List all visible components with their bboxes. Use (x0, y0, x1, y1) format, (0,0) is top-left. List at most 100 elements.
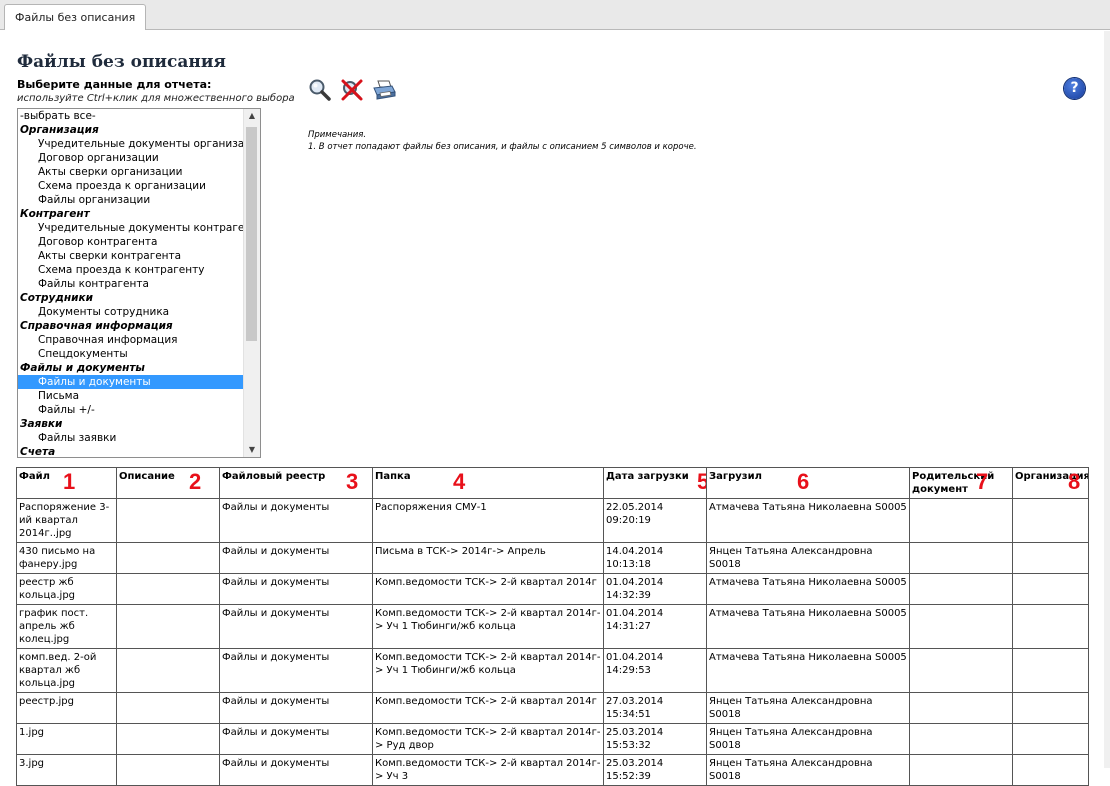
listbox-option[interactable]: Договор организации (18, 151, 244, 165)
listbox-group[interactable]: Организация (18, 123, 244, 137)
table-cell: Комп.ведомости ТСК-> 2-й квартал 2014г->… (372, 723, 604, 755)
select-label: Выберите данные для отчета: (17, 78, 212, 91)
table-row[interactable]: Распоряжение 3-ий квартал 2014г..jpg Файл… (16, 498, 1089, 543)
table-cell: 27.03.2014 15:34:51 (603, 692, 707, 724)
column-header[interactable]: Описание 2 (116, 467, 220, 499)
table-row[interactable]: 1.jpg Файлы и документы Комп.ведомости ТСК… (16, 723, 1089, 755)
search-button[interactable] (308, 78, 332, 102)
search-icon (309, 79, 331, 101)
listbox-option[interactable]: Акты сверки контрагента (18, 249, 244, 263)
table-cell (909, 648, 1013, 693)
table-cell: Файлы и документы (219, 573, 373, 605)
print-icon (373, 80, 396, 100)
listbox-group[interactable]: Файлы и документы (18, 361, 244, 375)
table-cell: Комп.ведомости ТСК-> 2-й квартал 2014г->… (372, 604, 604, 649)
listbox-group[interactable]: Сотрудники (18, 291, 244, 305)
table-row[interactable]: 3.jpg Файлы и документы Комп.ведомости ТСК… (16, 754, 1089, 786)
column-header[interactable]: Папка 4 (372, 467, 604, 499)
listbox-group[interactable]: Заявки (18, 417, 244, 431)
table-cell: Файлы и документы (219, 723, 373, 755)
table-cell: Распоряжение 3-ий квартал 2014г..jpg (16, 498, 117, 543)
listbox-group[interactable]: Счета (18, 445, 244, 457)
column-number-marker: 6 (797, 469, 810, 494)
table-cell (909, 692, 1013, 724)
table-cell: Янцен Татьяна Александровна S0018 (706, 754, 910, 786)
column-number-marker: 7 (976, 469, 989, 494)
column-header[interactable]: Дата загрузки 5 (603, 467, 707, 499)
listbox-scrollbar[interactable]: ▲ ▼ (243, 109, 260, 457)
table-cell: Янцен Татьяна Александровна S0018 (706, 542, 910, 574)
listbox-option[interactable]: Спецдокументы (18, 347, 244, 361)
listbox-option[interactable]: Схема проезда к организации (18, 179, 244, 193)
table-cell: Файлы и документы (219, 692, 373, 724)
table-cell (909, 723, 1013, 755)
report-data-listbox[interactable]: -выбрать все- Организация Учредительные до… (17, 108, 261, 458)
column-header-label: Описание (119, 471, 175, 482)
table-cell (116, 604, 220, 649)
table-row[interactable]: реестр.jpg Файлы и документы Комп.ведомост… (16, 692, 1089, 724)
table-cell: Комп.ведомости ТСК-> 2-й квартал 2014г (372, 692, 604, 724)
listbox-option[interactable]: Файлы организации (18, 193, 244, 207)
table-cell (1012, 648, 1089, 693)
listbox-option[interactable]: Учредительные документы организации (18, 137, 244, 151)
column-header[interactable]: Файл 1 (16, 467, 117, 499)
table-cell: Файлы и документы (219, 648, 373, 693)
column-header[interactable]: Организация 8 (1012, 467, 1089, 499)
table-cell: 430 письмо на фанеру.jpg (16, 542, 117, 574)
table-cell (1012, 604, 1089, 649)
listbox-option[interactable]: Договор контрагента (18, 235, 244, 249)
table-cell: Атмачева Татьяна Николаевна S0005 (706, 604, 910, 649)
listbox-option[interactable]: Файлы +/- (18, 403, 244, 417)
notes-title: Примечания. (308, 130, 367, 140)
column-number-marker: 2 (189, 469, 202, 494)
column-header-label: Дата загрузки (606, 471, 689, 482)
table-cell: Комп.ведомости ТСК-> 2-й квартал 2014г->… (372, 648, 604, 693)
table-cell (116, 648, 220, 693)
listbox-option[interactable]: Файлы и документы (18, 375, 244, 389)
help-button[interactable]: ? (1064, 78, 1085, 99)
column-header-label: Файловый реестр (222, 471, 326, 482)
print-button[interactable] (372, 78, 396, 102)
table-row[interactable]: 430 письмо на фанеру.jpg Файлы и документ… (16, 542, 1089, 574)
table-row[interactable]: реестр жб кольца.jpg Файлы и документы Ком… (16, 573, 1089, 605)
listbox-option[interactable]: Учредительные документы контрагента (18, 221, 244, 235)
listbox-option[interactable]: Акты сверки организации (18, 165, 244, 179)
listbox-group[interactable]: Справочная информация (18, 319, 244, 333)
scrollbar-thumb[interactable] (246, 127, 257, 341)
column-header[interactable]: Загрузил 6 (706, 467, 910, 499)
page-title: Файлы без описания (17, 52, 226, 72)
table-body: Распоряжение 3-ий квартал 2014г..jpg Файл… (16, 498, 1089, 786)
column-header[interactable]: Родительский документ 7 (909, 467, 1013, 499)
listbox-group[interactable]: Контрагент (18, 207, 244, 221)
table-cell (909, 573, 1013, 605)
listbox-option[interactable]: Файлы заявки (18, 431, 244, 445)
table-row[interactable]: комп.вед. 2-ой квартал жб кольца.jpg Файл… (16, 648, 1089, 693)
table-cell (909, 754, 1013, 786)
column-header[interactable]: Файловый реестр 3 (219, 467, 373, 499)
listbox-option[interactable]: Схема проезда к контрагенту (18, 263, 244, 277)
tab-files-without-description[interactable]: Файлы без описания (4, 4, 147, 30)
page-scrollbar[interactable] (1104, 31, 1110, 768)
table-cell (909, 604, 1013, 649)
listbox-option[interactable]: -выбрать все- (18, 109, 244, 123)
listbox-option[interactable]: Файлы контрагента (18, 277, 244, 291)
listbox-option[interactable]: Справочная информация (18, 333, 244, 347)
table-cell (1012, 692, 1089, 724)
table-row[interactable]: график пост. апрель жб колец.jpg Файлы и … (16, 604, 1089, 649)
clear-filter-icon (341, 79, 363, 101)
main-content: Файлы без описания Выберите данные для о… (0, 31, 1104, 786)
help-icon: ? (1070, 80, 1079, 96)
listbox-option[interactable]: Письма (18, 389, 244, 403)
scroll-down-icon[interactable]: ▼ (244, 443, 260, 457)
clear-filter-button[interactable] (340, 78, 364, 102)
table-header-row: Файл 1 Описание 2 Файловый реестр 3 Папка 4 Дата… (16, 467, 1089, 499)
column-header-label: Папка (375, 471, 411, 482)
column-header-label: Файл (19, 471, 50, 482)
listbox-option[interactable]: Документы сотрудника (18, 305, 244, 319)
table-cell (116, 723, 220, 755)
column-number-marker: 1 (63, 469, 76, 494)
column-number-marker: 5 (697, 469, 706, 495)
column-number-marker: 4 (453, 469, 466, 494)
table-cell: Атмачева Татьяна Николаевна S0005 (706, 573, 910, 605)
scroll-up-icon[interactable]: ▲ (244, 109, 260, 123)
